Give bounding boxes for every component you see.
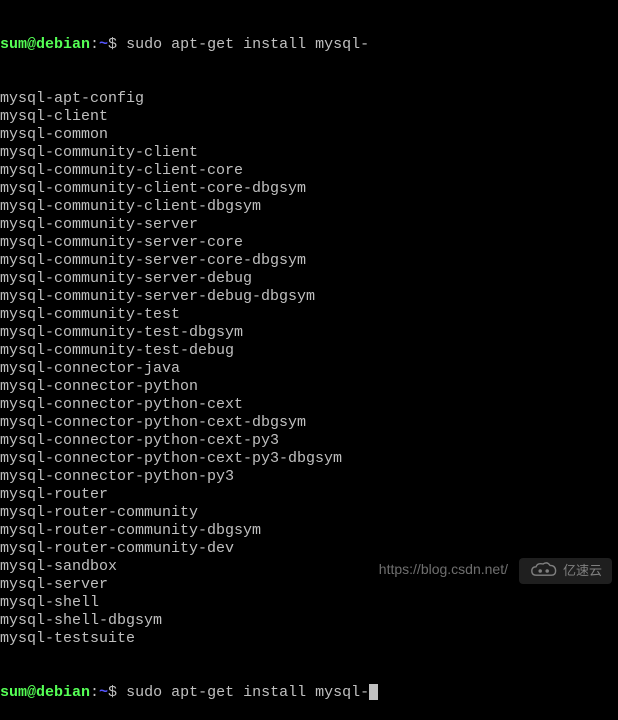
watermark-brand: 亿速云 <box>563 562 602 580</box>
completion-item: mysql-shell <box>0 594 618 612</box>
watermark-logo <box>529 562 557 580</box>
prompt-path: ~ <box>99 36 108 54</box>
completion-item: mysql-community-server <box>0 216 618 234</box>
command-input-top[interactable]: sudo apt-get install mysql- <box>126 36 369 54</box>
completion-item: mysql-community-client-core-dbgsym <box>0 180 618 198</box>
prompt-user-host: sum@debian <box>0 36 90 54</box>
completion-item: mysql-connector-python <box>0 378 618 396</box>
completion-item: mysql-community-test-dbgsym <box>0 324 618 342</box>
watermark: 亿速云 <box>519 558 612 584</box>
completion-item: mysql-community-server-debug-dbgsym <box>0 288 618 306</box>
completion-item: mysql-community-client-dbgsym <box>0 198 618 216</box>
completion-item: mysql-community-test <box>0 306 618 324</box>
completion-item: mysql-community-client <box>0 144 618 162</box>
prompt-symbol: $ <box>108 36 126 54</box>
completion-item: mysql-community-test-debug <box>0 342 618 360</box>
completion-item: mysql-router-community <box>0 504 618 522</box>
prompt-colon: : <box>90 684 99 702</box>
prompt-line-top: sum@debian:~$ sudo apt-get install mysql… <box>0 36 618 54</box>
completion-item: mysql-testsuite <box>0 630 618 648</box>
cloud-icon <box>529 562 557 580</box>
completion-item: mysql-connector-python-cext <box>0 396 618 414</box>
completion-item: mysql-connector-python-cext-py3-dbgsym <box>0 450 618 468</box>
completion-item: mysql-router <box>0 486 618 504</box>
completion-item: mysql-router-community-dbgsym <box>0 522 618 540</box>
completion-item: mysql-common <box>0 126 618 144</box>
completion-item: mysql-connector-java <box>0 360 618 378</box>
prompt-line-bottom: sum@debian:~$ sudo apt-get install mysql… <box>0 684 618 702</box>
completion-item: mysql-community-server-core-dbgsym <box>0 252 618 270</box>
prompt-path: ~ <box>99 684 108 702</box>
completion-item: mysql-client <box>0 108 618 126</box>
prompt-colon: : <box>90 36 99 54</box>
completion-item: mysql-router-community-dev <box>0 540 618 558</box>
completion-item: mysql-community-server-core <box>0 234 618 252</box>
completion-item: mysql-connector-python-py3 <box>0 468 618 486</box>
command-input-bottom[interactable]: sudo apt-get install mysql- <box>126 684 369 702</box>
completion-item: mysql-shell-dbgsym <box>0 612 618 630</box>
terminal-window[interactable]: sum@debian:~$ sudo apt-get install mysql… <box>0 0 618 591</box>
completion-item: mysql-connector-python-cext-py3 <box>0 432 618 450</box>
prompt-symbol: $ <box>108 684 126 702</box>
completion-item: mysql-community-client-core <box>0 162 618 180</box>
terminal-cursor <box>369 684 378 700</box>
completion-item: mysql-apt-config <box>0 90 618 108</box>
prompt-user-host: sum@debian <box>0 684 90 702</box>
completion-item: mysql-community-server-debug <box>0 270 618 288</box>
watermark-url: https://blog.csdn.net/ <box>379 560 508 578</box>
completion-item: mysql-connector-python-cext-dbgsym <box>0 414 618 432</box>
